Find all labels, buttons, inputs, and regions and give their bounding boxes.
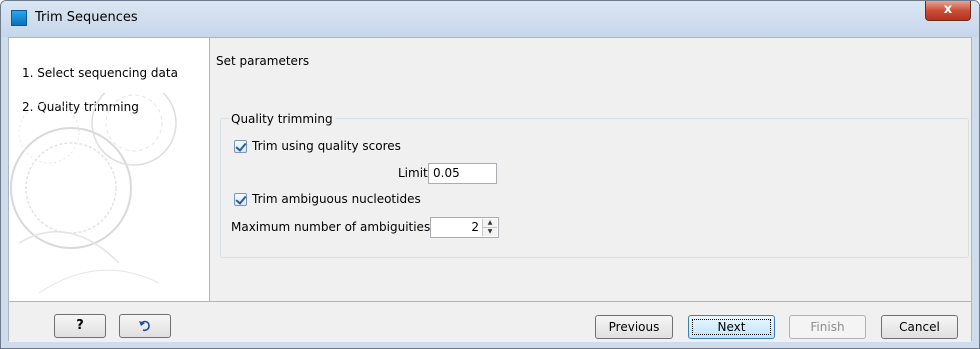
help-button[interactable]: ?: [54, 314, 106, 338]
trim-quality-checkbox[interactable]: [234, 140, 247, 153]
group-legend: Quality trimming: [229, 112, 335, 126]
previous-button[interactable]: Previous: [595, 315, 673, 339]
finish-button[interactable]: Finish: [789, 315, 866, 339]
wizard-steps-panel: 1. Select sequencing data 2. Quality tri…: [9, 38, 210, 301]
trim-ambiguous-checkbox[interactable]: [234, 193, 247, 206]
max-ambiguities-value: 2: [471, 220, 479, 234]
section-title: Set parameters: [216, 54, 310, 68]
window-title: Trim Sequences: [35, 10, 138, 25]
button-bar: ? Previous Next Finish Cancel: [9, 301, 971, 342]
dialog-client-area: 1. Select sequencing data 2. Quality tri…: [8, 37, 972, 342]
decorative-logo-icon: [10, 93, 177, 294]
next-button[interactable]: Next: [688, 315, 775, 339]
limit-input[interactable]: 0.05: [428, 163, 497, 184]
parameters-panel: Set parameters Quality trimming Trim usi…: [210, 38, 971, 301]
spin-up-icon[interactable]: ▲: [483, 219, 497, 228]
app-icon: [11, 10, 27, 26]
title-bar: Trim Sequences x: [1, 1, 979, 37]
reset-button[interactable]: [119, 314, 171, 338]
cancel-button[interactable]: Cancel: [881, 315, 958, 339]
trim-ambiguous-label[interactable]: Trim ambiguous nucleotides: [252, 192, 421, 206]
dialog-window: Trim Sequences x 1. Select sequencing da…: [0, 0, 980, 349]
spinner-buttons: ▲ ▼: [482, 219, 497, 236]
close-icon: x: [943, 2, 953, 17]
close-button[interactable]: x: [925, 1, 971, 21]
max-ambiguities-label: Maximum number of ambiguities:: [231, 220, 435, 234]
max-ambiguities-spinner[interactable]: 2 ▲ ▼: [430, 217, 499, 238]
spin-down-icon[interactable]: ▼: [483, 228, 497, 236]
focus-rect: [692, 319, 771, 335]
wizard-step-select-data: 1. Select sequencing data: [22, 66, 178, 80]
trim-quality-label[interactable]: Trim using quality scores: [252, 139, 401, 153]
reset-arrow-icon: [139, 320, 150, 332]
limit-label: Limit:: [398, 166, 432, 180]
